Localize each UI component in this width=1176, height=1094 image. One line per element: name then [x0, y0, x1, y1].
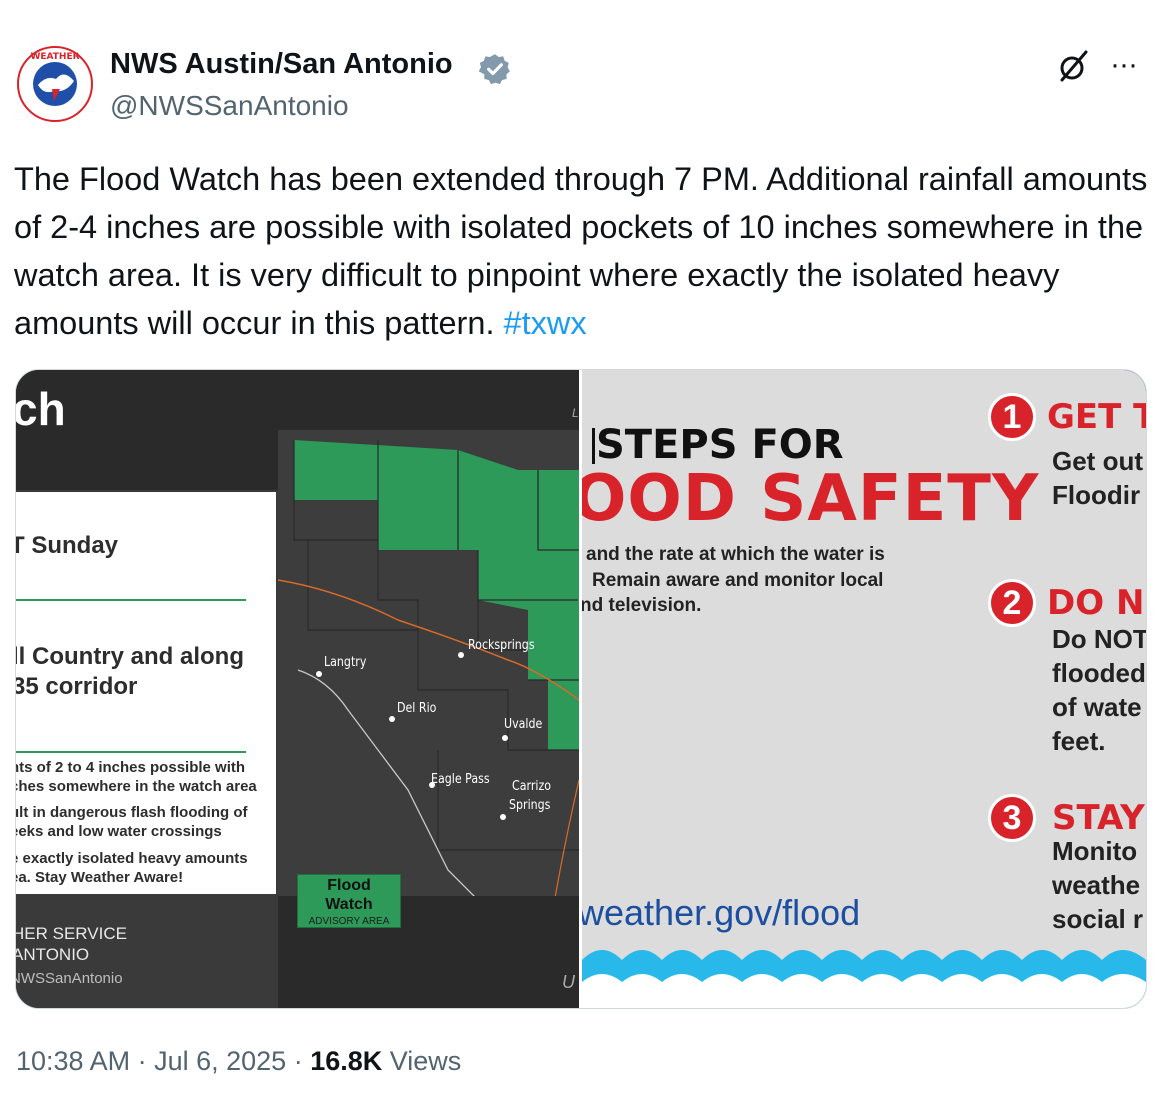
- step-2-line1: Do NOT: [1052, 624, 1146, 654]
- office-name-line2: ANTONIO: [16, 945, 90, 964]
- grok-icon[interactable]: [1054, 46, 1094, 86]
- step-2-line2: flooded: [1052, 658, 1146, 688]
- card-divider-2: [16, 751, 246, 753]
- legend-line-2: Watch: [325, 896, 373, 913]
- step-3-line1: Monito: [1052, 836, 1138, 866]
- step-3-number: 3: [988, 794, 1036, 842]
- step-2-number: 2: [988, 579, 1036, 627]
- card-headline: T Sunday: [16, 532, 119, 559]
- waves-decoration: [582, 950, 1146, 1008]
- card-detail-1a: nts of 2 to 4 inches possible with: [16, 759, 246, 776]
- edge-letter-top: L: [572, 406, 579, 420]
- city-dot-rocksprings: [458, 652, 464, 658]
- city-dot-carrizo-springs: [500, 814, 506, 820]
- step-1-line1: Get out: [1052, 446, 1143, 476]
- tweet-meta: 10:38 AM · Jul 6, 2025 · 16.8K Views: [16, 1046, 461, 1077]
- hashtag-link[interactable]: #txwx: [504, 305, 587, 341]
- office-name-line1: HER SERVICE: [16, 924, 127, 943]
- safety-url: weather.gov/flood: [582, 892, 861, 933]
- safety-body-line3: nd television.: [582, 595, 702, 616]
- city-label-rocksprings: Rocksprings: [468, 638, 535, 653]
- card-detail-1b: ches somewhere in the watch area: [16, 778, 257, 795]
- tweet-time[interactable]: 10:38 AM: [16, 1046, 130, 1076]
- tweet-date[interactable]: Jul 6, 2025: [154, 1046, 286, 1076]
- flood-watch-legend: Flood Watch ADVISORY AREA: [297, 874, 401, 928]
- step-2-line3: of wate: [1052, 692, 1142, 722]
- office-name: HER SERVICE ANTONIO: [16, 923, 127, 965]
- media-gallery: ch L Langtry Rocksprings Del Rio Uvalde …: [15, 369, 1147, 1009]
- nws-logo-icon: WEATHER: [17, 46, 93, 122]
- city-label-del-rio: Del Rio: [397, 701, 437, 716]
- card-detail-2b: eeks and low water crossings: [16, 823, 222, 840]
- safety-body-line1: and the rate at which the water is: [586, 544, 885, 565]
- account-name[interactable]: NWS Austin/San Antonio: [110, 48, 453, 81]
- verified-badge-icon: [478, 54, 510, 85]
- tweet-text: The Flood Watch has been extended throug…: [14, 155, 1164, 347]
- office-handle: NWSSanAntonio: [16, 970, 123, 987]
- city-dot-uvalde: [502, 735, 508, 741]
- flood-safety-heading: OOD SAFETY: [582, 462, 1040, 536]
- step-1-heading: GET T: [1047, 397, 1146, 437]
- step-1-number: 1: [988, 393, 1036, 441]
- edge-letter-bottom: U: [562, 972, 575, 992]
- card-detail-3a: e exactly isolated heavy amounts: [16, 850, 248, 867]
- image-title: ch: [16, 383, 66, 435]
- card-detail-3b: ea. Stay Weather Aware!: [16, 869, 184, 886]
- city-dot-langtry: [316, 671, 322, 677]
- avatar[interactable]: WEATHER: [16, 45, 94, 123]
- step-3-heading: STAY: [1052, 798, 1145, 838]
- step-3-line2: weathe: [1052, 870, 1141, 900]
- city-label-eagle-pass: Eagle Pass: [431, 772, 490, 787]
- city-label-uvalde: Uvalde: [504, 717, 543, 732]
- card-area-line2: 35 corridor: [16, 673, 138, 700]
- views-count: 16.8K: [310, 1046, 383, 1076]
- legend-line-1: Flood: [327, 877, 371, 894]
- card-detail-2a: ult in dangerous flash flooding of: [16, 804, 248, 821]
- step-2-heading: DO NO: [1047, 583, 1146, 623]
- card-divider: [16, 599, 246, 601]
- step-1-line2: Floodir: [1052, 480, 1141, 510]
- city-dot-del-rio: [389, 716, 395, 722]
- flood-safety-image[interactable]: STEPS FOR OOD SAFETY and the rate at whi…: [582, 370, 1146, 1008]
- steps-left-bar: [592, 428, 595, 464]
- city-label-carrizo: Carrizo: [512, 779, 552, 794]
- info-card: T Sunday ll Country and along 35 corrido…: [16, 492, 276, 894]
- card-area-line1: ll Country and along: [16, 643, 244, 670]
- legend-subtitle: ADVISORY AREA: [308, 916, 390, 927]
- city-label-springs: Springs: [509, 798, 551, 813]
- svg-text:WEATHER: WEATHER: [30, 52, 79, 62]
- meta-separator: ·: [130, 1046, 155, 1076]
- meta-separator: ·: [286, 1046, 311, 1076]
- views-label: Views: [382, 1046, 462, 1076]
- safety-body-line2: Remain aware and monitor local: [592, 570, 884, 591]
- city-label-langtry: Langtry: [324, 655, 367, 670]
- flood-watch-image[interactable]: ch L Langtry Rocksprings Del Rio Uvalde …: [16, 370, 579, 1008]
- step-2-line4: feet.: [1052, 726, 1106, 756]
- more-options-button[interactable]: ···: [1110, 48, 1138, 82]
- account-handle[interactable]: @NWSSanAntonio: [110, 90, 349, 122]
